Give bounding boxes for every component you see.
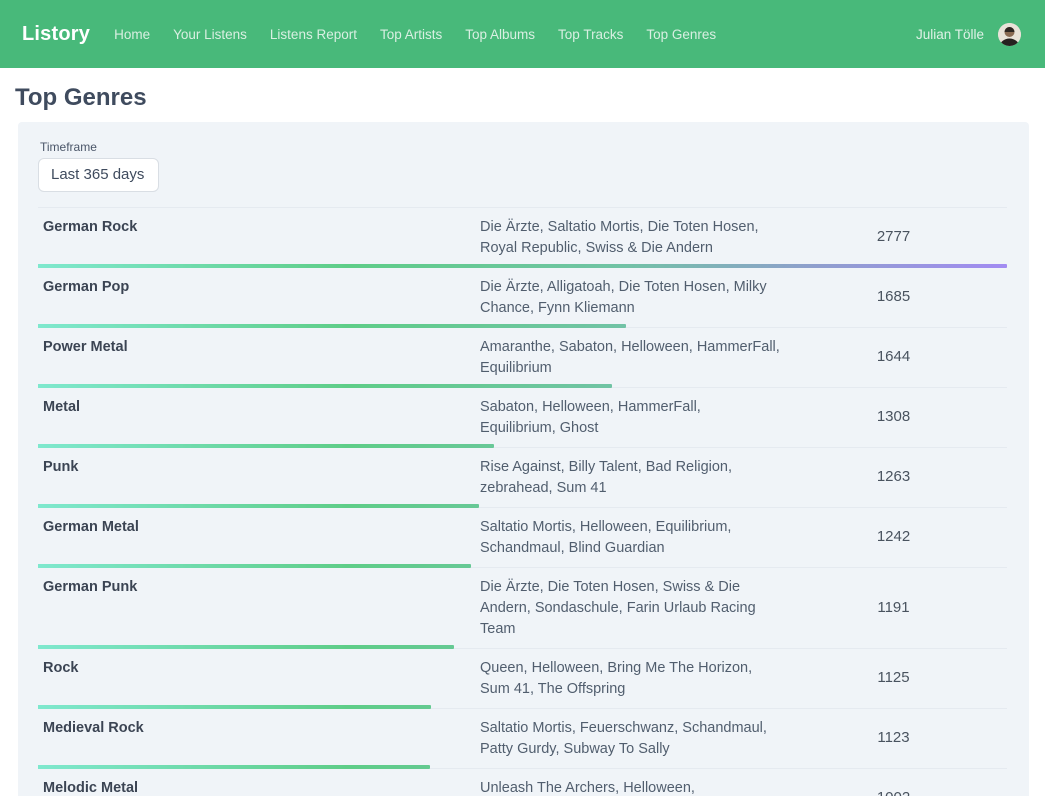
user-avatar[interactable] <box>998 23 1021 46</box>
genre-listen-count: 1242 <box>780 508 1007 567</box>
nav-item-your-listens[interactable]: Your Listens <box>173 27 247 42</box>
app-logo[interactable]: Listory <box>22 23 90 46</box>
genre-artists: Die Ärzte, Alligatoah, Die Toten Hosen, … <box>480 268 780 327</box>
genre-artists: Die Ärzte, Saltatio Mortis, Die Toten Ho… <box>480 208 780 267</box>
table-row[interactable]: Medieval Rock Saltatio Mortis, Feuerschw… <box>38 709 1007 769</box>
user-name[interactable]: Julian Tölle <box>916 27 984 42</box>
page-title: Top Genres <box>15 84 1045 112</box>
genre-name: German Punk <box>38 568 480 648</box>
nav-item-top-tracks[interactable]: Top Tracks <box>558 27 623 42</box>
genre-name: German Pop <box>38 268 480 327</box>
genre-artists: Rise Against, Billy Talent, Bad Religion… <box>480 448 780 507</box>
top-nav: Listory Home Your Listens Listens Report To… <box>0 0 1045 68</box>
genre-listen-count: 1123 <box>780 709 1007 768</box>
top-genres-card: Timeframe Last 365 days German Rock Die … <box>18 122 1029 796</box>
genre-artists: Sabaton, Helloween, HammerFall, Equilibr… <box>480 388 780 447</box>
table-row[interactable]: German Metal Saltatio Mortis, Helloween,… <box>38 508 1007 568</box>
genre-artists: Saltatio Mortis, Helloween, Equilibrium,… <box>480 508 780 567</box>
table-row[interactable]: Power Metal Amaranthe, Sabaton, Hellowee… <box>38 328 1007 388</box>
genre-artists: Queen, Helloween, Bring Me The Horizon, … <box>480 649 780 708</box>
genre-name: Medieval Rock <box>38 709 480 768</box>
genre-name: German Metal <box>38 508 480 567</box>
table-row[interactable]: Metal Sabaton, Helloween, HammerFall, Eq… <box>38 388 1007 448</box>
genre-listen-count: 1191 <box>780 568 1007 648</box>
genre-listen-count: 1002 <box>780 769 1007 796</box>
table-row[interactable]: German Pop Die Ärzte, Alligatoah, Die To… <box>38 268 1007 328</box>
genre-listen-count: 1125 <box>780 649 1007 708</box>
genre-artists: Amaranthe, Sabaton, Helloween, HammerFal… <box>480 328 780 387</box>
genre-table: German Rock Die Ärzte, Saltatio Mortis, … <box>38 207 1007 796</box>
genre-artists: Saltatio Mortis, Feuerschwanz, Schandmau… <box>480 709 780 768</box>
timeframe-label: Timeframe <box>40 140 1007 154</box>
table-row[interactable]: Melodic Metal Unleash The Archers, Hello… <box>38 769 1007 796</box>
genre-listen-count: 1308 <box>780 388 1007 447</box>
genre-listen-count: 1685 <box>780 268 1007 327</box>
table-row[interactable]: Rock Queen, Helloween, Bring Me The Hori… <box>38 649 1007 709</box>
nav-links: Home Your Listens Listens Report Top Artist… <box>114 27 716 42</box>
nav-item-top-genres[interactable]: Top Genres <box>646 27 716 42</box>
nav-item-home[interactable]: Home <box>114 27 150 42</box>
table-row[interactable]: German Rock Die Ärzte, Saltatio Mortis, … <box>38 208 1007 268</box>
nav-item-top-albums[interactable]: Top Albums <box>465 27 535 42</box>
genre-name: Power Metal <box>38 328 480 387</box>
genre-name: Rock <box>38 649 480 708</box>
genre-listen-count: 1644 <box>780 328 1007 387</box>
timeframe-select[interactable]: Last 365 days <box>38 158 159 192</box>
genre-name: Punk <box>38 448 480 507</box>
genre-name: Melodic Metal <box>38 769 480 796</box>
table-row[interactable]: Punk Rise Against, Billy Talent, Bad Rel… <box>38 448 1007 508</box>
nav-item-top-artists[interactable]: Top Artists <box>380 27 442 42</box>
table-row[interactable]: German Punk Die Ärzte, Die Toten Hosen, … <box>38 568 1007 649</box>
nav-user: Julian Tölle <box>916 23 1021 46</box>
genre-name: Metal <box>38 388 480 447</box>
genre-artists: Unleash The Archers, Helloween, HammerFa… <box>480 769 780 796</box>
nav-item-listens-report[interactable]: Listens Report <box>270 27 357 42</box>
genre-name: German Rock <box>38 208 480 267</box>
genre-listen-count: 1263 <box>780 448 1007 507</box>
genre-artists: Die Ärzte, Die Toten Hosen, Swiss & Die … <box>480 568 780 648</box>
genre-listen-count: 2777 <box>780 208 1007 267</box>
avatar-photo <box>998 23 1021 46</box>
